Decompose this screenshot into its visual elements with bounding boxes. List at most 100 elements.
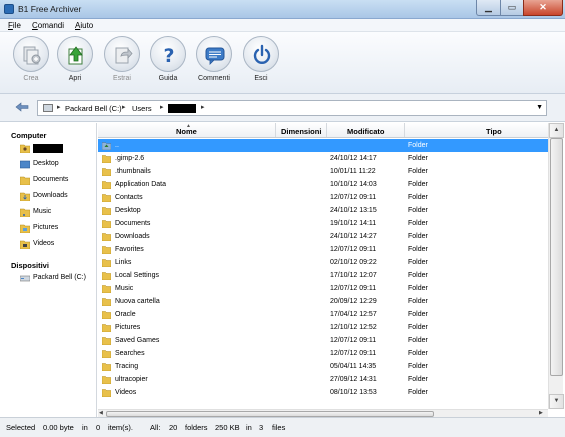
documents-icon bbox=[20, 176, 30, 185]
menu-bar: File Comandi Aiuto bbox=[0, 19, 565, 32]
extract-button[interactable]: Estrai bbox=[102, 36, 142, 82]
scroll-thumb[interactable] bbox=[550, 138, 563, 376]
scroll-left-icon[interactable]: ◀ bbox=[99, 410, 103, 416]
cell-name: Desktop bbox=[115, 207, 141, 214]
cell-name: .gimp-2.6 bbox=[115, 155, 145, 162]
cell-name: Music bbox=[115, 285, 134, 292]
cell-modified: 10/10/12 14:03 bbox=[330, 181, 377, 188]
create-label: Crea bbox=[23, 75, 39, 82]
back-arrow-icon[interactable] bbox=[15, 102, 29, 112]
column-header: ▲ Nome Dimensioni Modificato Tipo bbox=[98, 123, 548, 138]
menu-aiuto[interactable]: Aiuto bbox=[75, 21, 93, 30]
help-button[interactable]: ? Guida bbox=[148, 36, 188, 82]
cell-name: Links bbox=[115, 259, 132, 266]
status-in: in bbox=[82, 423, 88, 432]
close-window-button[interactable]: ✕ bbox=[523, 0, 563, 16]
cell-name: .thumbnails bbox=[115, 168, 151, 175]
horizontal-scrollbar[interactable]: ◀ ▶ bbox=[98, 409, 548, 417]
table-row[interactable]: Searches 12/07/12 09:11 Folder bbox=[98, 347, 548, 360]
sidebar: Computer Desktop Documents Downloads Mus… bbox=[0, 123, 97, 417]
table-row[interactable]: .gimp-2.6 24/10/12 14:17 Folder bbox=[98, 152, 548, 165]
folder-icon bbox=[102, 298, 111, 306]
cell-type: Folder bbox=[408, 233, 428, 240]
comments-icon bbox=[205, 47, 225, 65]
table-row[interactable]: Music 12/07/12 09:11 Folder bbox=[98, 282, 548, 295]
table-row[interactable]: Contacts 12/07/12 09:11 Folder bbox=[98, 191, 548, 204]
comments-button[interactable]: Commenti bbox=[194, 36, 234, 82]
title-bar: B1 Free Archiver ▁ ▭ ✕ bbox=[0, 0, 565, 19]
music-icon bbox=[20, 208, 30, 217]
table-row[interactable]: Documents 19/10/12 14:11 Folder bbox=[98, 217, 548, 230]
cell-modified: 17/10/12 12:07 bbox=[330, 272, 377, 279]
cell-modified: 10/01/11 11:22 bbox=[330, 168, 376, 175]
open-button[interactable]: Apri bbox=[55, 36, 95, 82]
folder-icon bbox=[102, 311, 111, 319]
table-row[interactable]: Downloads 24/10/12 14:27 Folder bbox=[98, 230, 548, 243]
breadcrumb-users[interactable]: Users bbox=[132, 104, 152, 113]
cell-type: Folder bbox=[408, 207, 428, 214]
breadcrumb-drive[interactable]: Packard Bell (C:) bbox=[65, 104, 122, 113]
folder-icon bbox=[102, 285, 111, 293]
create-button[interactable]: Crea bbox=[11, 36, 51, 82]
app-logo-icon bbox=[4, 4, 14, 14]
pictures-icon bbox=[20, 224, 30, 233]
cell-name: Saved Games bbox=[115, 337, 160, 344]
table-row[interactable]: Tracing 05/04/11 14:35 Folder bbox=[98, 360, 548, 373]
status-files-count: 3 bbox=[259, 423, 264, 432]
cell-name: ultracopier bbox=[115, 376, 148, 383]
cell-type: Folder bbox=[408, 363, 428, 370]
cell-modified: 05/04/11 14:35 bbox=[330, 363, 377, 370]
table-row[interactable]: Oracle 17/04/12 12:57 Folder bbox=[98, 308, 548, 321]
scroll-up-icon[interactable]: ▲ bbox=[549, 123, 564, 138]
address-dropdown-icon[interactable]: ▼ bbox=[536, 104, 543, 111]
window-title: B1 Free Archiver bbox=[18, 4, 82, 14]
downloads-icon bbox=[20, 192, 30, 201]
cell-modified: 02/10/12 09:22 bbox=[330, 259, 377, 266]
cell-type: Folder bbox=[408, 337, 428, 344]
cell-modified: 12/07/12 09:11 bbox=[330, 246, 377, 253]
help-icon: ? bbox=[163, 45, 174, 66]
table-row[interactable]: Nuova cartella 20/09/12 12:29 Folder bbox=[98, 295, 548, 308]
table-row[interactable]: ultracopier 27/09/12 14:31 Folder bbox=[98, 373, 548, 386]
status-all-label: All: bbox=[150, 423, 161, 432]
table-row-parent[interactable]: .. Folder bbox=[98, 139, 548, 152]
cell-type: Folder bbox=[408, 246, 428, 253]
table-row[interactable]: Links 02/10/12 09:22 Folder bbox=[98, 256, 548, 269]
address-bar[interactable]: ▸ Packard Bell (C:) ▸ Users ▸ ▸ ▼ bbox=[37, 100, 547, 116]
breadcrumb-separator: ▸ bbox=[57, 104, 61, 111]
status-files-label: files bbox=[272, 423, 286, 432]
cell-modified: 12/07/12 09:11 bbox=[330, 194, 377, 201]
vertical-scrollbar[interactable]: ▲ ▼ bbox=[548, 123, 564, 409]
scroll-right-icon[interactable]: ▶ bbox=[539, 410, 543, 416]
folder-icon bbox=[102, 337, 111, 345]
open-archive-icon bbox=[68, 46, 83, 65]
cell-modified: 19/10/12 14:11 bbox=[330, 220, 377, 227]
folder-icon bbox=[102, 272, 111, 280]
table-row[interactable]: Saved Games 12/07/12 09:11 Folder bbox=[98, 334, 548, 347]
redacted-username bbox=[168, 104, 196, 113]
column-name[interactable]: Nome bbox=[176, 127, 197, 136]
exit-button[interactable]: Esci bbox=[241, 36, 281, 82]
table-row[interactable]: Local Settings 17/10/12 12:07 Folder bbox=[98, 269, 548, 282]
column-modified[interactable]: Modificato bbox=[347, 127, 385, 136]
address-area: ▸ Packard Bell (C:) ▸ Users ▸ ▸ ▼ bbox=[0, 94, 565, 122]
table-row[interactable]: Pictures 12/10/12 12:52 Folder bbox=[98, 321, 548, 334]
cell-type: Folder bbox=[408, 298, 428, 305]
scroll-down-icon[interactable]: ▼ bbox=[549, 394, 564, 409]
column-type[interactable]: Tipo bbox=[486, 127, 502, 136]
table-row[interactable]: Desktop 24/10/12 13:15 Folder bbox=[98, 204, 548, 217]
table-row[interactable]: Favorites 12/07/12 09:11 Folder bbox=[98, 243, 548, 256]
minimize-button[interactable]: ▁ bbox=[476, 0, 501, 16]
user-folder-icon bbox=[20, 144, 30, 153]
maximize-button[interactable]: ▭ bbox=[500, 0, 524, 16]
breadcrumb-separator: ▸ bbox=[201, 104, 205, 111]
cell-type: Folder bbox=[408, 311, 428, 318]
menu-file[interactable]: File bbox=[8, 21, 21, 30]
table-row[interactable]: .thumbnails 10/01/11 11:22 Folder bbox=[98, 165, 548, 178]
cell-name: Searches bbox=[115, 350, 145, 357]
table-row[interactable]: Videos 08/10/12 13:53 Folder bbox=[98, 386, 548, 399]
menu-comandi[interactable]: Comandi bbox=[32, 21, 64, 30]
column-size[interactable]: Dimensioni bbox=[281, 127, 321, 136]
folder-icon bbox=[102, 324, 111, 332]
table-row[interactable]: Application Data 10/10/12 14:03 Folder bbox=[98, 178, 548, 191]
